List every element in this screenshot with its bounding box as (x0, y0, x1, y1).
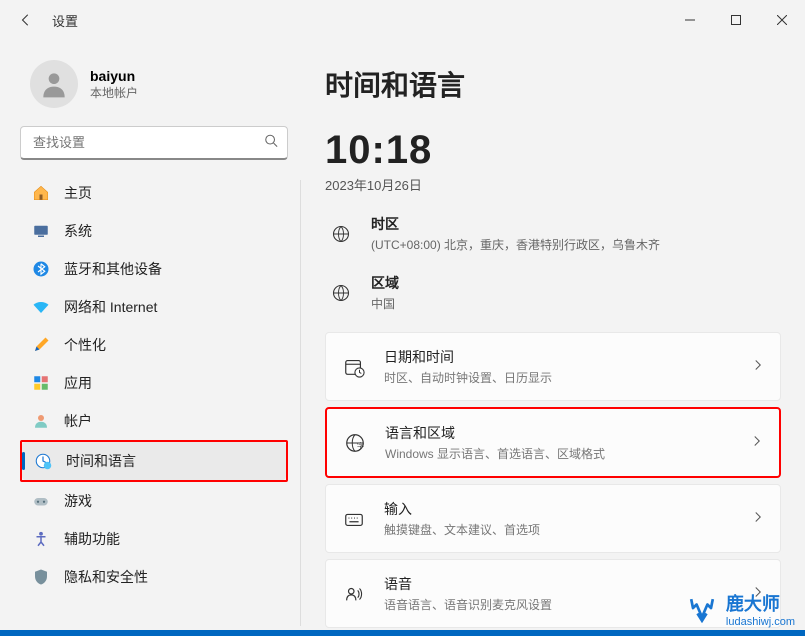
watermark-name: 鹿大师 (726, 590, 795, 616)
window-controls (667, 0, 805, 40)
nav-bluetooth[interactable]: 蓝牙和其他设备 (20, 250, 288, 288)
card-datetime[interactable]: 日期和时间 时区、自动时钟设置、日历显示 (325, 332, 781, 401)
system-icon (32, 222, 50, 240)
user-type: 本地帐户 (90, 84, 138, 101)
content: 时间和语言 10:18 2023年10月26日 时区 (UTC+08:00) 北… (301, 40, 805, 636)
nav-gaming[interactable]: 游戏 (20, 482, 288, 520)
gamepad-icon (32, 492, 50, 510)
nav-label: 个性化 (64, 335, 106, 355)
timezone-value: (UTC+08:00) 北京，重庆，香港特别行政区，乌鲁木齐 (371, 236, 660, 253)
chevron-right-icon (752, 358, 764, 376)
card-title: 语言和区域 (385, 423, 733, 443)
timezone-label: 时区 (371, 214, 660, 234)
card-sub: 触摸键盘、文本建议、首选项 (384, 521, 734, 538)
accessibility-icon (32, 530, 50, 548)
nav-accounts[interactable]: 帐户 (20, 402, 288, 440)
nav-label: 主页 (64, 183, 92, 203)
chevron-right-icon (752, 510, 764, 528)
nav-label: 帐户 (64, 411, 92, 431)
nav-personalization[interactable]: 个性化 (20, 326, 288, 364)
nav-network[interactable]: 网络和 Internet (20, 288, 288, 326)
titlebar: 设置 (0, 0, 805, 40)
wifi-icon (32, 298, 50, 316)
nav-label: 应用 (64, 373, 92, 393)
card-sub: 语音语言、语音识别麦克风设置 (384, 596, 734, 613)
shield-icon (32, 568, 50, 586)
nav-label: 时间和语言 (66, 451, 136, 471)
nav-privacy[interactable]: 隐私和安全性 (20, 558, 288, 596)
person-icon (32, 412, 50, 430)
close-button[interactable] (759, 0, 805, 40)
search-input[interactable] (20, 126, 288, 160)
nav-accessibility[interactable]: 辅助功能 (20, 520, 288, 558)
back-button[interactable] (16, 10, 36, 30)
bluetooth-icon (32, 260, 50, 278)
brush-icon (32, 336, 50, 354)
card-sub: 时区、自动时钟设置、日历显示 (384, 369, 734, 386)
search-icon (264, 134, 278, 153)
user-name: baiyun (90, 68, 138, 84)
watermark-url: ludashiwj.com (726, 616, 795, 628)
nav-label: 蓝牙和其他设备 (64, 259, 162, 279)
card-title: 输入 (384, 499, 734, 519)
search-wrap (20, 126, 288, 160)
keyboard-icon (342, 508, 366, 530)
globe-icon (329, 283, 353, 303)
nav-list: 主页 系统 蓝牙和其他设备 网络和 Internet 个性化 应用 (20, 174, 288, 636)
nav-time-language[interactable]: 时间和语言 (22, 442, 286, 480)
taskbar-edge (0, 630, 805, 636)
watermark: 鹿大师 ludashiwj.com (684, 590, 795, 628)
chevron-right-icon (751, 434, 763, 452)
nav-apps[interactable]: 应用 (20, 364, 288, 402)
user-section[interactable]: baiyun 本地帐户 (20, 60, 288, 108)
timezone-info: 时区 (UTC+08:00) 北京，重庆，香港特别行政区，乌鲁木齐 (325, 214, 781, 253)
window-title: 设置 (52, 11, 78, 30)
nav-label: 网络和 Internet (64, 297, 157, 317)
speech-icon (342, 583, 366, 605)
maximize-button[interactable] (713, 0, 759, 40)
minimize-button[interactable] (667, 0, 713, 40)
card-typing[interactable]: 输入 触摸键盘、文本建议、首选项 (325, 484, 781, 553)
nav-label: 辅助功能 (64, 529, 120, 549)
nav-label: 隐私和安全性 (64, 567, 148, 587)
nav-label: 系统 (64, 221, 92, 241)
globe-icon (329, 224, 353, 244)
avatar (30, 60, 78, 108)
region-info: 区域 中国 (325, 273, 781, 312)
language-icon: 字 (343, 432, 367, 454)
watermark-logo-icon (684, 595, 720, 623)
card-title: 语音 (384, 574, 734, 594)
apps-icon (32, 374, 50, 392)
nav-system[interactable]: 系统 (20, 212, 288, 250)
region-value: 中国 (371, 295, 399, 312)
calendar-clock-icon (342, 356, 366, 378)
current-time: 10:18 (325, 128, 781, 173)
card-title: 日期和时间 (384, 347, 734, 367)
svg-text:字: 字 (357, 441, 364, 450)
nav-label: 游戏 (64, 491, 92, 511)
card-language-region[interactable]: 字 语言和区域 Windows 显示语言、首选语言、区域格式 (325, 407, 781, 478)
clock-globe-icon (34, 452, 52, 470)
sidebar: baiyun 本地帐户 主页 系统 蓝牙和其他设备 (0, 40, 300, 636)
region-label: 区域 (371, 273, 399, 293)
home-icon (32, 184, 50, 202)
current-date: 2023年10月26日 (325, 175, 781, 194)
nav-home[interactable]: 主页 (20, 174, 288, 212)
page-title: 时间和语言 (325, 64, 781, 104)
card-sub: Windows 显示语言、首选语言、区域格式 (385, 445, 733, 462)
